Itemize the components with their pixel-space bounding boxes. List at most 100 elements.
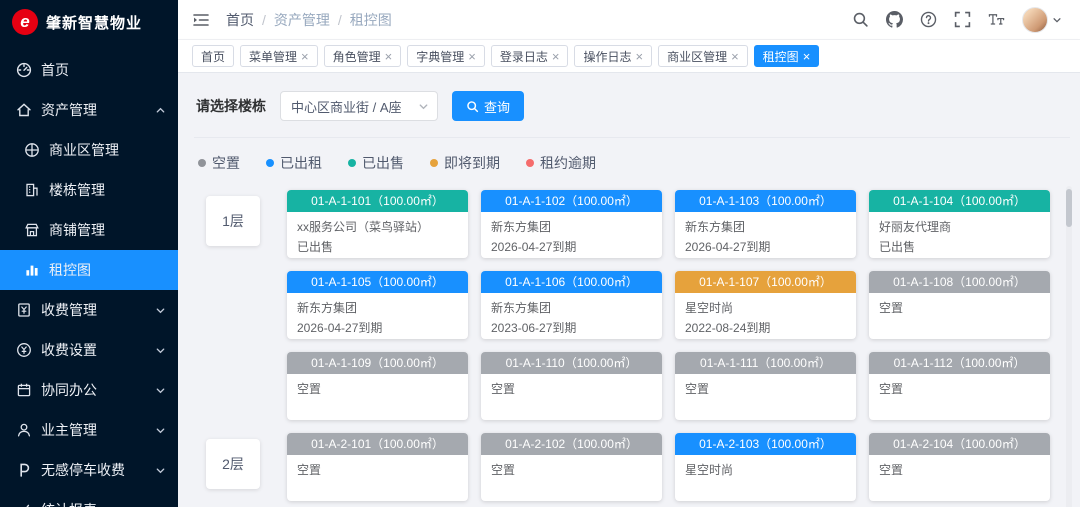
- sidebar-item-building-management[interactable]: 楼栋管理: [0, 170, 178, 210]
- unit-tenant: 星空时尚: [685, 462, 846, 479]
- unit-card[interactable]: 01-A-2-104（100.00㎡）空置: [869, 433, 1050, 501]
- close-icon[interactable]: ×: [301, 50, 309, 63]
- unit-card-header: 01-A-1-107（100.00㎡）: [675, 271, 856, 293]
- close-icon[interactable]: ×: [385, 50, 393, 63]
- floor-label: 1层: [206, 196, 260, 246]
- unit-card[interactable]: 01-A-2-101（100.00㎡） 空置: [287, 433, 468, 501]
- tab-label: 操作日志: [583, 48, 631, 65]
- unit-card[interactable]: 01-A-1-104（100.00㎡）好丽友代理商已出售: [869, 190, 1050, 258]
- help-icon[interactable]: [920, 11, 937, 28]
- tab-district-management[interactable]: 商业区管理 ×: [658, 45, 748, 67]
- close-icon[interactable]: ×: [468, 50, 476, 63]
- unit-card[interactable]: 01-A-1-107（100.00㎡）星空时尚2022-08-24到期: [675, 271, 856, 339]
- close-icon[interactable]: ×: [731, 50, 739, 63]
- scrollbar-track: [1066, 186, 1072, 507]
- unit-card-header: 01-A-1-110（100.00㎡）: [481, 352, 662, 374]
- user-menu[interactable]: [1022, 7, 1062, 33]
- close-icon[interactable]: ×: [803, 50, 811, 63]
- tab-operation-log[interactable]: 操作日志 ×: [574, 45, 652, 67]
- sidebar-item-label: 收费设置: [41, 340, 97, 360]
- unit-card[interactable]: 01-A-1-112（100.00㎡）空置: [869, 352, 1050, 420]
- unit-card[interactable]: 01-A-1-111（100.00㎡）空置: [675, 352, 856, 420]
- sidebar-item-label: 商业区管理: [49, 140, 119, 160]
- tab-rent-control-map[interactable]: 租控图 ×: [754, 45, 820, 67]
- tab-label: 商业区管理: [667, 48, 727, 65]
- content-area: 请选择楼栋 中心区商业街 / A座 查询 空置已出租已出售即将到期租约逾期 1层…: [178, 73, 1080, 507]
- floor-list: 1层01-A-1-101（100.00㎡）xx服务公司（菜鸟驿站）已出售01-A…: [206, 190, 1080, 501]
- unit-card-body: 空置: [481, 374, 662, 398]
- unit-card[interactable]: 01-A-1-106（100.00㎡）新东方集团2023-06-27到期: [481, 271, 662, 339]
- font-size-icon[interactable]: [988, 11, 1005, 28]
- unit-tenant: 新东方集团: [491, 219, 652, 236]
- legend-dot: [348, 159, 356, 167]
- sidebar-item-label: 首页: [41, 60, 69, 80]
- menu-fold-icon[interactable]: [192, 11, 210, 29]
- breadcrumb-separator: /: [338, 12, 342, 28]
- sidebar: e 肇新智慧物业 首页资产管理商业区管理楼栋管理商铺管理租控图收费管理收费设置协…: [0, 0, 178, 507]
- unit-card[interactable]: 01-A-1-102（100.00㎡）新东方集团2026-04-27到期: [481, 190, 662, 258]
- unit-card-body: 空置: [869, 374, 1050, 398]
- main-panel: 首页/资产管理/租控图: [178, 0, 1080, 507]
- close-icon[interactable]: ×: [635, 50, 643, 63]
- unit-card[interactable]: 01-A-2-102（100.00㎡）空置: [481, 433, 662, 501]
- unit-card[interactable]: 01-A-2-103（100.00㎡）星空时尚: [675, 433, 856, 501]
- sidebar-item-shop-management[interactable]: 商铺管理: [0, 210, 178, 250]
- unit-card[interactable]: 01-A-1-108（100.00㎡）空置: [869, 271, 1050, 339]
- unit-card-header: 01-A-1-101（100.00㎡）: [287, 190, 468, 212]
- sidebar-item-label: 统计报表: [41, 500, 97, 507]
- scrollbar-thumb[interactable]: [1066, 189, 1072, 227]
- unit-card-header: 01-A-1-112（100.00㎡）: [869, 352, 1050, 374]
- sidebar-item-collaborative-office[interactable]: 协同办公: [0, 370, 178, 410]
- unit-card-header: 01-A-1-111（100.00㎡）: [675, 352, 856, 374]
- unit-card[interactable]: 01-A-1-105（100.00㎡）新东方集团2026-04-27到期: [287, 271, 468, 339]
- tab-dict-management[interactable]: 字典管理 ×: [407, 45, 485, 67]
- sidebar-item-fee-management[interactable]: 收费管理: [0, 290, 178, 330]
- sidebar-item-rent-control-map[interactable]: 租控图: [0, 250, 178, 290]
- sidebar-item-asset-management[interactable]: 资产管理: [0, 90, 178, 130]
- sidebar-item-district-management[interactable]: 商业区管理: [0, 130, 178, 170]
- sidebar-item-parking-fee[interactable]: 无感停车收费: [0, 450, 178, 490]
- unit-card[interactable]: 01-A-1-110（100.00㎡）空置: [481, 352, 662, 420]
- tab-menu-management[interactable]: 菜单管理×: [240, 45, 318, 67]
- unit-card[interactable]: 01-A-1-101（100.00㎡）xx服务公司（菜鸟驿站）已出售: [287, 190, 468, 258]
- tab-home[interactable]: 首页: [192, 45, 234, 67]
- github-icon[interactable]: [886, 11, 903, 28]
- unit-card[interactable]: 01-A-1-103（100.00㎡）新东方集团2026-04-27到期: [675, 190, 856, 258]
- building-select-value: 中心区商业街 / A座: [291, 97, 402, 116]
- unit-card-body: xx服务公司（菜鸟驿站）已出售: [287, 212, 468, 256]
- breadcrumb-item[interactable]: 首页: [226, 10, 254, 30]
- tab-bar: 首页菜单管理×角色管理×字典管理×登录日志×操作日志×商业区管理×租控图×: [178, 40, 1080, 73]
- close-icon[interactable]: ×: [552, 50, 560, 63]
- unit-card-body: 空置: [869, 293, 1050, 317]
- search-icon: [466, 100, 479, 113]
- query-button[interactable]: 查询: [452, 91, 524, 121]
- building-select[interactable]: 中心区商业街 / A座: [280, 91, 438, 121]
- unit-tenant: xx服务公司（菜鸟驿站）: [297, 219, 458, 236]
- search-icon[interactable]: [852, 11, 869, 28]
- chevron-down-icon: [155, 425, 166, 436]
- sidebar-item-owner-management[interactable]: 业主管理: [0, 410, 178, 450]
- unit-card-body: 空置: [869, 455, 1050, 479]
- sidebar-item-fee-settings[interactable]: 收费设置: [0, 330, 178, 370]
- tab-label: 首页: [201, 48, 225, 65]
- parking-icon: [16, 462, 32, 478]
- sidebar-item-statistics-report[interactable]: 统计报表: [0, 490, 178, 507]
- unit-expiry: 已出售: [879, 239, 1040, 256]
- unit-card-header: 01-A-2-101（100.00㎡）: [287, 433, 468, 455]
- coin-icon: [16, 342, 32, 358]
- breadcrumb: 首页/资产管理/租控图: [226, 10, 392, 30]
- sidebar-item-label: 资产管理: [41, 100, 97, 120]
- sidebar-item-home[interactable]: 首页: [0, 50, 178, 90]
- unit-tenant: 空置: [297, 462, 458, 479]
- unit-tenant: 空置: [297, 381, 458, 398]
- unit-card[interactable]: 01-A-1-109（100.00㎡）空置: [287, 352, 468, 420]
- tab-login-log[interactable]: 登录日志×: [491, 45, 569, 67]
- topbar: 首页/资产管理/租控图: [178, 0, 1080, 40]
- fullscreen-icon[interactable]: [954, 11, 971, 28]
- legend-item-vacant: 空置: [198, 153, 240, 173]
- floor-section: 2层01-A-2-101（100.00㎡）空置01-A-2-102（100.00…: [206, 433, 1080, 501]
- tab-label: 租控图: [763, 48, 799, 65]
- tab-role-management[interactable]: 角色管理×: [324, 45, 402, 67]
- tab-label: 字典管理: [416, 48, 464, 65]
- breadcrumb-item[interactable]: 资产管理: [274, 10, 330, 30]
